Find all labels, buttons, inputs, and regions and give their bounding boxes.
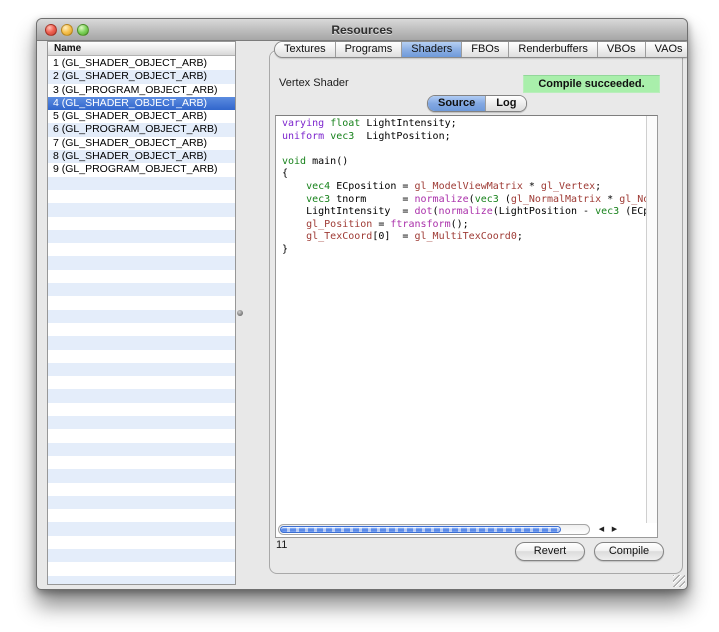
code-line: } <box>282 244 646 257</box>
list-row[interactable]: 2 (GL_SHADER_OBJECT_ARB) <box>48 70 235 83</box>
close-icon[interactable] <box>45 24 57 36</box>
list-rows: 1 (GL_SHADER_OBJECT_ARB)2 (GL_SHADER_OBJ… <box>48 57 235 584</box>
code-line: varying float LightIntensity; <box>282 118 646 131</box>
list-row[interactable] <box>48 296 235 309</box>
list-column-header[interactable]: Name <box>48 42 235 56</box>
code-line: { <box>282 168 646 181</box>
resize-grip-icon[interactable] <box>673 575 685 587</box>
list-row[interactable] <box>48 522 235 535</box>
tab-fbos[interactable]: FBOs <box>462 42 509 57</box>
scroll-right-icon[interactable]: ▶ <box>608 524 621 535</box>
list-row[interactable] <box>48 509 235 522</box>
list-row[interactable]: 5 (GL_SHADER_OBJECT_ARB) <box>48 110 235 123</box>
horizontal-scrollbar[interactable]: ◀ ▶ <box>276 523 657 537</box>
revert-button[interactable]: Revert <box>515 542 585 561</box>
tab-vaos[interactable]: VAOs <box>646 42 688 57</box>
window-title: Resources <box>331 23 392 37</box>
list-row[interactable] <box>48 429 235 442</box>
tab-textures[interactable]: Textures <box>275 42 336 57</box>
list-row[interactable] <box>48 443 235 456</box>
list-row[interactable] <box>48 177 235 190</box>
compile-button[interactable]: Compile <box>594 542 664 561</box>
tab-renderbuffers[interactable]: Renderbuffers <box>509 42 598 57</box>
list-row[interactable]: 6 (GL_PROGRAM_OBJECT_ARB) <box>48 123 235 136</box>
list-row[interactable] <box>48 389 235 402</box>
list-row[interactable] <box>48 403 235 416</box>
list-row[interactable] <box>48 562 235 575</box>
code-line: gl_TexCoord[0] = gl_MultiTexCoord0; <box>282 231 646 244</box>
resource-list: Name 1 (GL_SHADER_OBJECT_ARB)2 (GL_SHADE… <box>47 41 236 585</box>
list-row[interactable] <box>48 483 235 496</box>
code-text: varying float LightIntensity;uniform vec… <box>276 116 646 257</box>
list-row[interactable]: 9 (GL_PROGRAM_OBJECT_ARB) <box>48 163 235 176</box>
tab-programs[interactable]: Programs <box>336 42 403 57</box>
scrollbar-thumb[interactable] <box>280 526 561 533</box>
list-row[interactable] <box>48 576 235 585</box>
list-row[interactable] <box>48 363 235 376</box>
list-row[interactable] <box>48 190 235 203</box>
list-row[interactable] <box>48 456 235 469</box>
code-line: vec3 tnorm = normalize(vec3 (gl_NormalMa… <box>282 194 646 207</box>
list-row[interactable] <box>48 549 235 562</box>
code-line: void main() <box>282 156 646 169</box>
list-row[interactable]: 8 (GL_SHADER_OBJECT_ARB) <box>48 150 235 163</box>
list-row[interactable] <box>48 323 235 336</box>
list-row[interactable] <box>48 310 235 323</box>
list-row[interactable] <box>48 283 235 296</box>
list-row[interactable]: 3 (GL_PROGRAM_OBJECT_ARB) <box>48 84 235 97</box>
code-line: LightIntensity = dot(normalize(LightPosi… <box>282 206 646 219</box>
list-row[interactable] <box>48 203 235 216</box>
scroll-left-icon[interactable]: ◀ <box>595 524 608 535</box>
list-row[interactable] <box>48 243 235 256</box>
shader-panel: Vertex Shader Compile succeeded. SourceL… <box>269 50 683 574</box>
splitter-handle[interactable] <box>237 310 243 316</box>
list-row[interactable] <box>48 350 235 363</box>
resources-window: Resources Name 1 (GL_SHADER_OBJECT_ARB)2… <box>36 18 688 590</box>
tab-vbos[interactable]: VBOs <box>598 42 646 57</box>
list-row[interactable]: 7 (GL_SHADER_OBJECT_ARB) <box>48 137 235 150</box>
code-line: vec4 ECposition = gl_ModelViewMatrix * g… <box>282 181 646 194</box>
source-log-tabs: SourceLog <box>427 95 527 112</box>
code-line: uniform vec3 LightPosition; <box>282 131 646 144</box>
list-row[interactable] <box>48 256 235 269</box>
list-row[interactable] <box>48 469 235 482</box>
scrollbar-arrows: ◀ ▶ <box>595 524 621 535</box>
list-row[interactable] <box>48 376 235 389</box>
subtab-log[interactable]: Log <box>486 96 526 111</box>
code-line: gl_Position = ftransform(); <box>282 219 646 232</box>
compile-status-badge: Compile succeeded. <box>523 75 660 93</box>
tab-bar: TexturesProgramsShadersFBOsRenderbuffers… <box>274 41 688 58</box>
subtab-source[interactable]: Source <box>428 96 486 111</box>
vertical-scrollbar[interactable] <box>646 116 657 523</box>
list-row[interactable]: 4 (GL_SHADER_OBJECT_ARB) <box>48 97 235 110</box>
scrollbar-track[interactable] <box>278 524 590 535</box>
list-row[interactable] <box>48 536 235 549</box>
list-row[interactable]: 1 (GL_SHADER_OBJECT_ARB) <box>48 57 235 70</box>
list-row[interactable] <box>48 416 235 429</box>
list-row[interactable] <box>48 217 235 230</box>
list-row[interactable] <box>48 230 235 243</box>
shader-id-label: 11 <box>276 539 287 551</box>
list-row[interactable] <box>48 270 235 283</box>
minimize-icon[interactable] <box>61 24 73 36</box>
zoom-icon[interactable] <box>77 24 89 36</box>
code-editor-box: varying float LightIntensity;uniform vec… <box>275 115 658 538</box>
shader-type-label: Vertex Shader <box>279 77 349 89</box>
list-row[interactable] <box>48 496 235 509</box>
tab-shaders[interactable]: Shaders <box>402 42 462 57</box>
title-bar[interactable]: Resources <box>37 19 687 41</box>
code-line <box>282 143 646 156</box>
code-editor[interactable]: varying float LightIntensity;uniform vec… <box>276 116 646 523</box>
list-row[interactable] <box>48 336 235 349</box>
